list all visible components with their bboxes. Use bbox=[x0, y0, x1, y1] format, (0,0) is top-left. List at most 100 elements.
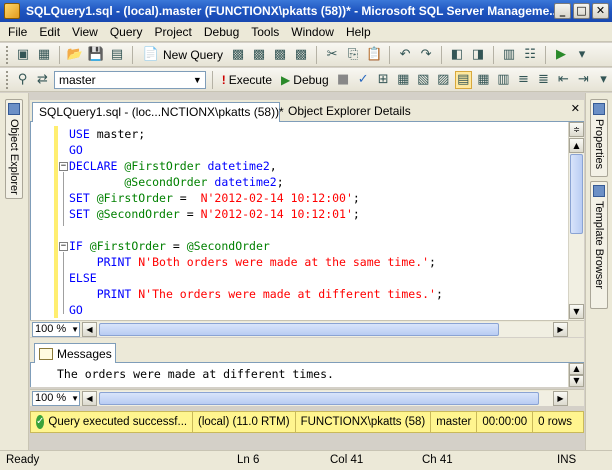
menu-item-edit[interactable]: Edit bbox=[33, 25, 66, 39]
scroll-right-icon[interactable]: ▶ bbox=[553, 322, 568, 337]
code-line: DECLARE @FirstOrder datetime2, bbox=[69, 158, 443, 174]
menu-item-debug[interactable]: Debug bbox=[198, 25, 245, 39]
cancel-query-icon[interactable]: ■ bbox=[335, 71, 352, 89]
toolbar-options-icon[interactable]: ▾ bbox=[573, 46, 591, 64]
collapse-if-icon[interactable]: − bbox=[59, 242, 68, 251]
status-char: Ch 41 bbox=[422, 454, 453, 466]
properties-window-icon[interactable]: ☷ bbox=[521, 46, 539, 64]
tab-object-explorer-details[interactable]: Object Explorer Details bbox=[282, 102, 417, 122]
paste-icon[interactable]: 📋 bbox=[365, 46, 383, 64]
display-plan-icon[interactable]: ⊞ bbox=[375, 71, 392, 89]
code-line: USE master; bbox=[69, 126, 443, 142]
parse-icon[interactable]: ✓ bbox=[355, 71, 372, 89]
menu-bar: File Edit View Query Project Debug Tools Window… bbox=[0, 22, 612, 42]
connect-icon[interactable]: ⚲ bbox=[14, 71, 31, 89]
close-tab-icon[interactable]: ✕ bbox=[571, 102, 580, 115]
save-icon[interactable]: 💾 bbox=[87, 46, 105, 64]
comment-icon[interactable]: ≡ bbox=[515, 71, 532, 89]
menu-item-project[interactable]: Project bbox=[149, 25, 198, 39]
editor-horizontal-scrollbar[interactable]: ◀ ▶ bbox=[82, 322, 568, 337]
code-line: ELSE bbox=[69, 270, 443, 286]
template-browser-tab[interactable]: Template Browser bbox=[590, 181, 608, 309]
minimize-button[interactable]: _ bbox=[554, 3, 571, 19]
results-zoom-select[interactable]: 100 % ▼ bbox=[32, 390, 80, 406]
menu-item-tools[interactable]: Tools bbox=[245, 25, 285, 39]
tab-messages-label: Messages bbox=[57, 346, 112, 361]
menu-item-help[interactable]: Help bbox=[340, 25, 377, 39]
properties-tab[interactable]: Properties bbox=[590, 99, 608, 177]
query-editor[interactable]: − − USE master; GO DECLARE @FirstOrder dat… bbox=[30, 122, 584, 320]
sql-code[interactable]: USE master; GO DECLARE @FirstOrder datetim… bbox=[69, 126, 443, 318]
results-to-grid-icon[interactable]: ▦ bbox=[475, 71, 492, 89]
scroll-up-icon[interactable]: ▲ bbox=[569, 138, 584, 153]
copy-icon[interactable]: ⎘ bbox=[344, 46, 362, 64]
toolbar-options-icon[interactable]: ▾ bbox=[595, 71, 612, 89]
results-to-text-icon[interactable]: ▤ bbox=[454, 70, 472, 89]
cut-icon[interactable]: ✂ bbox=[323, 46, 341, 64]
dmx-query-icon[interactable]: ▩ bbox=[250, 46, 268, 64]
maximize-button[interactable]: □ bbox=[573, 3, 590, 19]
toolbar-grip[interactable] bbox=[6, 45, 9, 64]
editor-vertical-scrollbar[interactable]: ≑ ▲ ▼ bbox=[568, 122, 584, 320]
toolbar-grip[interactable] bbox=[6, 70, 9, 89]
scroll-left-icon[interactable]: ◀ bbox=[82, 322, 97, 337]
include-plan-icon[interactable]: ▨ bbox=[435, 71, 452, 89]
code-token: N'2012-02-14 10:12:00' bbox=[200, 191, 353, 205]
add-item-icon[interactable]: ▦ bbox=[35, 46, 53, 64]
code-token: datetime2 bbox=[214, 175, 277, 189]
solution-explorer-icon[interactable]: ▥ bbox=[500, 46, 518, 64]
save-all-icon[interactable]: ▤ bbox=[108, 46, 126, 64]
decrease-indent-icon[interactable]: ⇤ bbox=[555, 71, 572, 89]
uncomment-icon[interactable]: ≣ bbox=[535, 71, 552, 89]
separator bbox=[316, 45, 318, 64]
new-project-icon[interactable]: ▣ bbox=[14, 46, 32, 64]
code-token: GO bbox=[69, 303, 83, 317]
navigate-forward-icon[interactable]: ◨ bbox=[469, 46, 487, 64]
query-designer-icon[interactable]: ▦ bbox=[395, 71, 412, 89]
menu-item-window[interactable]: Window bbox=[285, 25, 340, 39]
code-line: IF @FirstOrder = @SecondOrder bbox=[69, 238, 443, 254]
dax-query-icon[interactable]: ▩ bbox=[292, 46, 310, 64]
editor-zoom-select[interactable]: 100 % ▼ bbox=[32, 321, 80, 337]
new-query-button[interactable]: 📄 New Query bbox=[139, 46, 226, 64]
messages-vertical-scrollbar[interactable]: ▲ ▼ bbox=[568, 363, 584, 387]
tab-sqlquery1[interactable]: SQLQuery1.sql - (loc...NCTIONX\pkatts (5… bbox=[32, 102, 284, 122]
tab-messages[interactable]: Messages bbox=[34, 343, 116, 363]
object-explorer-tab[interactable]: Object Explorer bbox=[5, 99, 23, 199]
menu-item-query[interactable]: Query bbox=[104, 25, 149, 39]
intellisense-icon[interactable]: ▧ bbox=[415, 71, 432, 89]
menu-item-view[interactable]: View bbox=[66, 25, 104, 39]
scroll-down-icon[interactable]: ▼ bbox=[569, 304, 584, 319]
redo-icon[interactable]: ↷ bbox=[417, 46, 435, 64]
results-to-file-icon[interactable]: ▥ bbox=[495, 71, 512, 89]
scroll-down-icon[interactable]: ▼ bbox=[569, 375, 584, 387]
separator bbox=[132, 45, 133, 64]
code-token: DECLARE bbox=[69, 159, 125, 173]
close-button[interactable]: ✕ bbox=[592, 3, 609, 19]
scroll-right-icon[interactable]: ▶ bbox=[553, 391, 568, 406]
change-connection-icon[interactable]: ⇄ bbox=[34, 71, 51, 89]
undo-icon[interactable]: ↶ bbox=[396, 46, 414, 64]
scroll-thumb[interactable] bbox=[570, 154, 583, 234]
scroll-left-icon[interactable]: ◀ bbox=[82, 391, 97, 406]
split-editor-icon[interactable]: ≑ bbox=[569, 122, 584, 137]
results-horizontal-scrollbar[interactable]: ◀ ▶ bbox=[82, 391, 568, 406]
menu-item-file[interactable]: File bbox=[2, 25, 33, 39]
result-message: The orders were made at different times. bbox=[57, 367, 334, 381]
start-icon[interactable]: ▶ bbox=[552, 46, 570, 64]
scroll-up-icon[interactable]: ▲ bbox=[569, 363, 584, 375]
messages-pane[interactable]: The orders were made at different times.… bbox=[30, 363, 584, 387]
execute-button[interactable]: ! Execute bbox=[219, 73, 275, 87]
xmla-query-icon[interactable]: ▩ bbox=[271, 46, 289, 64]
database-selector[interactable]: master ▼ bbox=[53, 70, 206, 89]
mdx-query-icon[interactable]: ▩ bbox=[229, 46, 247, 64]
debug-button[interactable]: ▶ Debug bbox=[278, 73, 332, 87]
change-tracking-bar bbox=[54, 126, 58, 318]
collapse-declare-icon[interactable]: − bbox=[59, 162, 68, 171]
increase-indent-icon[interactable]: ⇥ bbox=[575, 71, 592, 89]
h-scroll-thumb[interactable] bbox=[99, 392, 539, 405]
open-file-icon[interactable]: 📂 bbox=[66, 46, 84, 64]
code-token: ; bbox=[435, 287, 443, 301]
h-scroll-thumb[interactable] bbox=[99, 323, 499, 336]
navigate-backward-icon[interactable]: ◧ bbox=[448, 46, 466, 64]
